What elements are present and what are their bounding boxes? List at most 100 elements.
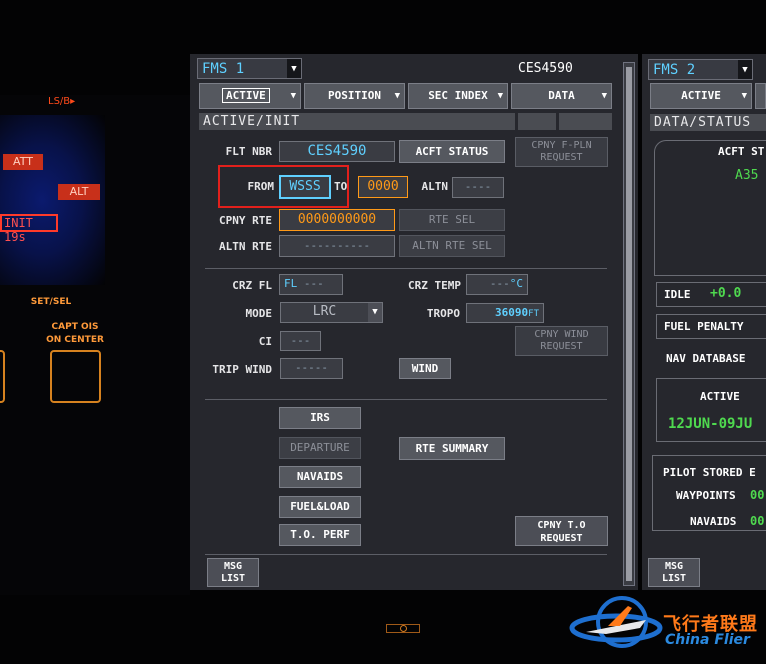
indicator-light <box>400 625 407 632</box>
nav-active-button[interactable]: ACTIVE ▼ <box>199 83 301 109</box>
nav-database-box <box>656 378 766 442</box>
chevron-down-icon: ▼ <box>738 60 752 79</box>
altn-field[interactable]: ---- <box>452 177 504 198</box>
fuel-load-button[interactable]: FUEL&LOAD <box>279 496 361 518</box>
cpny-fpln-request-button[interactable]: CPNY F-PLN REQUEST <box>515 137 608 167</box>
fms2-page-title: DATA/STATUS <box>650 114 766 131</box>
rte-sel-button[interactable]: RTE SEL <box>399 209 505 231</box>
wind-button[interactable]: WIND <box>399 358 451 379</box>
nav-active-label: ACTIVE <box>222 88 270 103</box>
cpny-to-request-line1: CPNY T.O <box>537 520 586 531</box>
active-db-cycle: 12JUN-09JU <box>668 416 753 432</box>
fms1-screen <box>190 54 638 590</box>
crz-temp-unit: °C <box>509 277 523 290</box>
scrollbar-thumb[interactable] <box>626 67 632 581</box>
to-label: TO <box>334 180 348 193</box>
ls-label: LS/B▸ <box>48 96 76 107</box>
navaids-button[interactable]: NAVAIDS <box>279 466 361 488</box>
nav-sec-index-label: SEC INDEX <box>428 89 488 102</box>
altn-rte-label: ALTN RTE <box>219 240 272 253</box>
title-tab-empty <box>518 113 556 130</box>
capt-ois-label: CAPT OIS <box>51 322 99 332</box>
nav-database-label: NAV DATABASE <box>666 352 746 365</box>
mode-dropdown[interactable]: LRC ▼ <box>280 302 383 323</box>
china-flier-logo <box>569 596 663 648</box>
fms2-nav-next-button[interactable] <box>755 83 766 109</box>
alt-annunciator: ALT <box>58 184 100 200</box>
msg-list-button[interactable]: MSG LIST <box>207 558 259 587</box>
nav-position-label: POSITION <box>328 89 381 102</box>
cpny-to-request-button[interactable]: CPNY T.O REQUEST <box>515 516 608 546</box>
att-annunciator: ATT <box>3 154 43 170</box>
fms2-nav-active-button[interactable]: ACTIVE ▼ <box>650 83 752 109</box>
to-perf-button[interactable]: T.O. PERF <box>279 524 361 546</box>
altn-rte-sel-button[interactable]: ALTN RTE SEL <box>399 235 505 257</box>
fms2-msg-list-button[interactable]: MSG LIST <box>648 558 700 587</box>
waypoints-value: 00 <box>750 488 765 502</box>
idle-label: IDLE <box>664 288 691 301</box>
flt-nbr-field[interactable]: CES4590 <box>279 141 395 162</box>
trip-wind-field[interactable]: ----- <box>280 358 343 379</box>
chevron-down-icon: ▼ <box>394 91 400 101</box>
chevron-down-icon: ▼ <box>287 59 301 78</box>
fms1-selector-label: FMS 1 <box>202 61 245 77</box>
mode-value: LRC <box>312 304 337 319</box>
chevron-down-icon: ▼ <box>601 91 607 101</box>
separator <box>205 399 607 400</box>
cpny-fpln-request-line2: REQUEST <box>540 152 583 163</box>
acft-status-button[interactable]: ACFT STATUS <box>399 140 505 163</box>
pfd-glow <box>0 115 105 285</box>
trip-wind-label: TRIP WIND <box>212 363 272 376</box>
on-center-label: ON CENTER <box>46 335 104 345</box>
irs-button[interactable]: IRS <box>279 407 361 429</box>
altn-label: ALTN <box>421 180 449 193</box>
crz-temp-label: CRZ TEMP <box>408 279 461 292</box>
cpny-wind-request-button[interactable]: CPNY WIND REQUEST <box>515 326 608 356</box>
altn-rte-field[interactable]: ---------- <box>279 235 395 257</box>
cpny-to-request-line2: REQUEST <box>540 533 583 544</box>
msg-list-line2: LIST <box>220 573 246 584</box>
crz-temp-field[interactable]: ---°C <box>466 274 528 295</box>
cpny-rte-label: CPNY RTE <box>219 214 272 227</box>
nav-sec-index-button[interactable]: SEC INDEX ▼ <box>408 83 508 109</box>
chevron-down-icon: ▼ <box>497 91 503 101</box>
fms2-selector-label: FMS 2 <box>653 62 696 78</box>
fms2-selector[interactable]: FMS 2 ▼ <box>648 59 753 80</box>
capt-ois-button[interactable] <box>50 350 101 403</box>
active-db-label: ACTIVE <box>700 390 740 403</box>
title-tab-empty <box>559 113 612 130</box>
crz-fl-value: --- <box>303 277 324 290</box>
cpny-fpln-request-line1: CPNY F-PLN <box>531 140 592 151</box>
watermark-en: China Flier <box>665 632 750 648</box>
fms2-nav-active-label: ACTIVE <box>681 89 721 102</box>
acft-model-partial: A35 <box>735 168 759 183</box>
msg-list-line1: MSG <box>223 561 243 572</box>
rte-summary-button[interactable]: RTE SUMMARY <box>399 437 505 460</box>
to-field[interactable]: 0000 <box>358 176 408 198</box>
cpny-wind-request-line2: REQUEST <box>540 341 583 352</box>
crz-fl-label: CRZ FL <box>232 279 272 292</box>
chevron-down-icon: ▼ <box>741 91 747 101</box>
chevron-down-icon: ▼ <box>290 91 296 101</box>
left-edge-button[interactable] <box>0 350 5 403</box>
nav-position-button[interactable]: POSITION ▼ <box>304 83 405 109</box>
cpny-rte-field[interactable]: 0000000000 <box>279 209 395 231</box>
tropo-value: 36090 <box>495 306 529 319</box>
scrollbar[interactable] <box>623 62 635 586</box>
flt-nbr-label: FLT NBR <box>225 145 272 158</box>
fms2-msg-list-line1: MSG <box>664 561 684 572</box>
nav-data-button[interactable]: DATA ▼ <box>511 83 612 109</box>
departure-button[interactable]: DEPARTURE <box>279 437 361 459</box>
fms2-msg-list-line2: LIST <box>661 573 687 584</box>
acft-status-partial: ACFT ST <box>718 145 765 158</box>
fms1-selector[interactable]: FMS 1 ▼ <box>197 58 302 79</box>
cpny-wind-request-line1: CPNY WIND <box>534 329 589 340</box>
idle-value: +0.0 <box>710 286 742 301</box>
tropo-field[interactable]: 36090FT <box>466 303 544 323</box>
flight-id: CES4590 <box>518 61 573 76</box>
from-field[interactable]: WSSS <box>279 175 331 199</box>
ci-field[interactable]: --- <box>280 331 321 351</box>
tropo-label: TROPO <box>426 307 460 320</box>
bottom-indicator <box>386 624 420 633</box>
crz-fl-field[interactable]: FL --- <box>279 274 343 295</box>
